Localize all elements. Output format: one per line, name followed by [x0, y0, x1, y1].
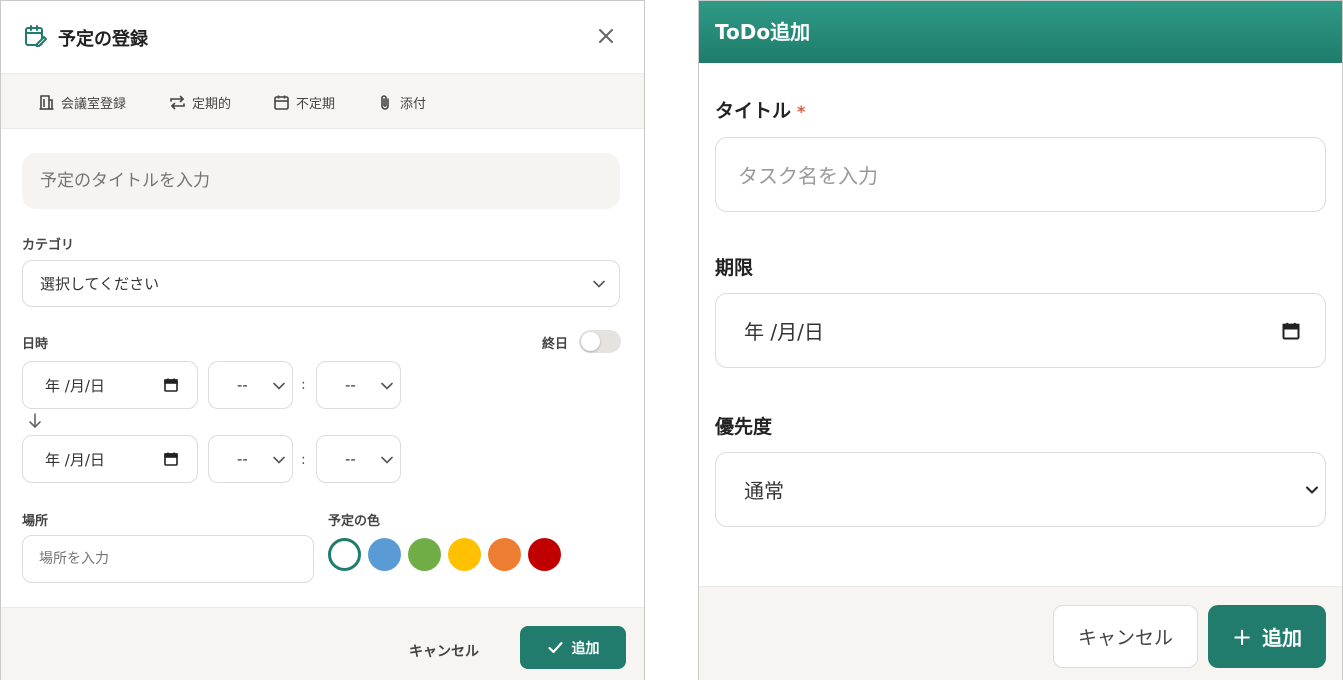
- irregular-button[interactable]: 不定期: [273, 93, 335, 112]
- start-date-value: 年 /月/日: [45, 376, 105, 395]
- paperclip-icon: [381, 95, 389, 110]
- toggle-knob: [581, 332, 600, 351]
- check-icon: [547, 641, 563, 654]
- start-minute-select[interactable]: --: [316, 361, 401, 409]
- attach-button[interactable]: 添付: [377, 93, 426, 112]
- place-input[interactable]: [22, 535, 314, 583]
- priority-label: 優先度: [715, 416, 773, 438]
- recurring-button[interactable]: 定期的: [169, 93, 231, 112]
- attach-label: 添付: [400, 97, 427, 112]
- calendar-icon: [274, 95, 289, 110]
- due-date-input[interactable]: 年 /月/日: [715, 293, 1326, 368]
- end-hour-value: --: [237, 450, 248, 468]
- due-label: 期限: [715, 257, 754, 279]
- chevron-down-icon: [273, 456, 285, 464]
- calendar-icon: [164, 378, 178, 392]
- start-minute-value: --: [345, 376, 356, 394]
- allday-label: 終日: [542, 337, 569, 352]
- arrow-down-icon: [29, 413, 41, 429]
- todo-header: ToDo追加: [699, 1, 1342, 63]
- color-swatch-white[interactable]: [328, 538, 361, 571]
- add-button-label: 追加: [571, 640, 600, 657]
- building-icon: [39, 95, 54, 110]
- color-swatch-yellow[interactable]: [448, 538, 481, 571]
- category-label: カテゴリ: [22, 238, 75, 253]
- start-hour-value: --: [237, 376, 248, 394]
- dialog-header: 予定の登録: [1, 1, 644, 73]
- color-label: 予定の色: [328, 514, 381, 529]
- allday-toggle[interactable]: [579, 330, 621, 353]
- color-swatch-blue[interactable]: [368, 538, 401, 571]
- chevron-down-icon: [381, 382, 393, 390]
- place-label: 場所: [22, 514, 49, 529]
- color-swatch-red[interactable]: [528, 538, 561, 571]
- todo-dialog-title: ToDo追加: [715, 20, 811, 44]
- chevron-down-icon: [273, 382, 285, 390]
- repeat-icon: [170, 95, 185, 110]
- todo-add-button[interactable]: + 追加: [1208, 605, 1326, 668]
- todo-cancel-button[interactable]: キャンセル: [1053, 605, 1198, 668]
- category-select[interactable]: 選択してください: [22, 260, 620, 307]
- start-hour-select[interactable]: --: [208, 361, 293, 409]
- room-booking-label: 会議室登録: [61, 97, 127, 112]
- cancel-button[interactable]: キャンセル: [409, 641, 479, 661]
- close-icon[interactable]: [595, 25, 617, 47]
- priority-select[interactable]: 通常: [715, 452, 1326, 527]
- end-minute-select[interactable]: --: [316, 435, 401, 483]
- calendar-icon: [164, 452, 178, 466]
- priority-value: 通常: [744, 479, 784, 503]
- required-mark: *: [797, 102, 806, 121]
- end-minute-value: --: [345, 450, 356, 468]
- color-swatch-orange[interactable]: [488, 538, 521, 571]
- todo-title-label-text: タイトル: [715, 100, 792, 122]
- end-date-value: 年 /月/日: [45, 450, 105, 469]
- chevron-down-icon: [593, 280, 605, 288]
- color-swatch-green[interactable]: [408, 538, 441, 571]
- todo-add-label: 追加: [1262, 626, 1303, 650]
- due-date-value: 年 /月/日: [744, 320, 824, 344]
- schedule-dialog: 予定の登録 会議室登録 定期的 不定期 添付 予定のタイトルを入力 カテゴリ 選…: [0, 0, 645, 680]
- end-hour-select[interactable]: --: [208, 435, 293, 483]
- chevron-down-icon: [381, 456, 393, 464]
- todo-title-label: タイトル *: [715, 96, 805, 123]
- start-date-input[interactable]: 年 /月/日: [22, 361, 198, 409]
- calendar-icon: [1282, 322, 1300, 340]
- room-booking-button[interactable]: 会議室登録: [38, 93, 126, 112]
- recurring-label: 定期的: [192, 97, 232, 112]
- calendar-edit-icon: [25, 25, 47, 47]
- datetime-label: 日時: [22, 337, 49, 352]
- todo-dialog: ToDo追加 タイトル * タスク名を入力 期限 年 /月/日 優先度 通常 キャ…: [698, 0, 1343, 680]
- time-separator: :: [301, 377, 306, 393]
- category-value: 選択してください: [40, 275, 160, 293]
- end-date-input[interactable]: 年 /月/日: [22, 435, 198, 483]
- add-button[interactable]: 追加: [520, 626, 626, 669]
- todo-title-placeholder: タスク名を入力: [738, 164, 878, 188]
- dialog-toolbar: 会議室登録 定期的 不定期 添付: [1, 73, 644, 129]
- plus-icon: +: [1231, 622, 1253, 651]
- dialog-title: 予定の登録: [58, 29, 148, 50]
- time-separator: :: [301, 452, 306, 468]
- schedule-title-input[interactable]: [22, 153, 620, 209]
- chevron-down-icon: [1306, 486, 1318, 494]
- todo-title-input[interactable]: タスク名を入力: [715, 137, 1326, 212]
- irregular-label: 不定期: [296, 97, 336, 112]
